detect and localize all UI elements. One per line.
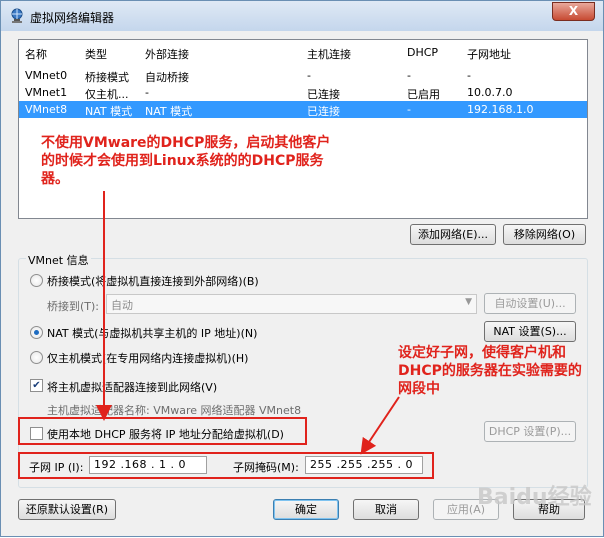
watermark: Baidu经验: [477, 485, 592, 510]
virtual-network-editor-window: 虚拟网络编辑器 X 名称 类型 外部连接 主机连接 DHCP 子网地址 VMne…: [0, 0, 604, 537]
annotation-arrows: [96, 191, 400, 455]
arrow-to-subnet: [360, 396, 400, 455]
